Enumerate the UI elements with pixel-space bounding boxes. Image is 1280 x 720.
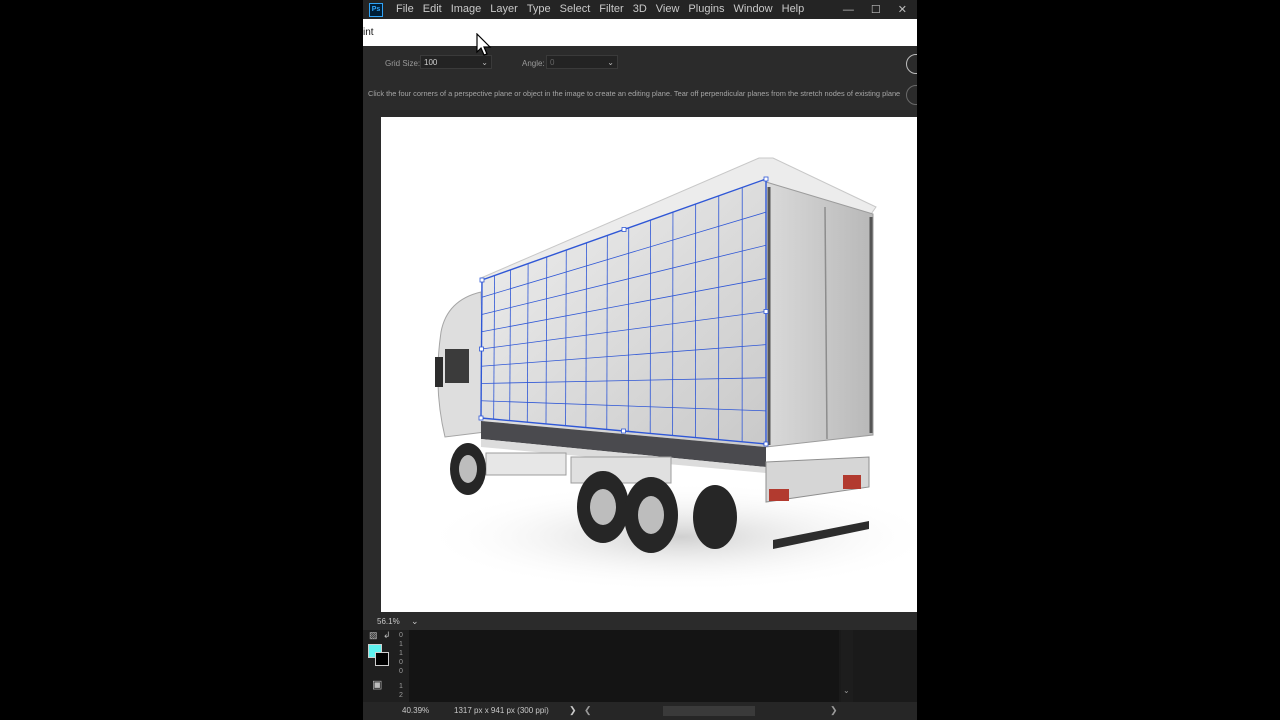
zoom-bar: 56.1% ⌄ — [363, 614, 917, 630]
grid-line — [481, 400, 767, 412]
chevron-down-icon[interactable]: ⌄ — [411, 616, 419, 627]
dialog-title-bar[interactable]: int — [363, 19, 917, 46]
menu-filter[interactable]: Filter — [599, 0, 623, 19]
grid-line — [481, 277, 767, 333]
menu-select[interactable]: Select — [560, 0, 591, 19]
angle-label: Angle: — [522, 59, 545, 68]
instruction-bar: Click the four corners of a perspective … — [363, 80, 917, 110]
canvas-area — [363, 110, 917, 614]
photoshop-window: Ps File Edit Image Layer Type Select Fil… — [363, 0, 917, 720]
grid-handle[interactable] — [763, 176, 769, 182]
window-controls: — ☐ ✕ — [843, 0, 907, 19]
menu-type[interactable]: Type — [527, 0, 551, 19]
grid-line — [481, 311, 767, 350]
menu-plugins[interactable]: Plugins — [688, 0, 724, 19]
cancel-button[interactable] — [906, 85, 917, 105]
grid-size-label: Grid Size: — [385, 59, 421, 68]
ruler-digit: 0 — [399, 632, 403, 639]
grid-line — [481, 344, 767, 367]
angle-field[interactable]: 0 ⌄ — [546, 55, 618, 69]
zoom-value: 56.1% — [377, 617, 400, 626]
menu-window[interactable]: Window — [734, 0, 773, 19]
ruler-digit: 1 — [399, 650, 403, 657]
minimize-button[interactable]: — — [843, 4, 854, 16]
grid-line — [481, 211, 767, 298]
default-colors-icon[interactable]: ▨ — [369, 630, 378, 641]
quick-mask-icon[interactable]: ▣ — [372, 678, 382, 691]
chevron-left-icon[interactable]: ❮ — [584, 705, 592, 716]
grid-handle[interactable] — [621, 227, 627, 232]
menu-bar: Ps File Edit Image Layer Type Select Fil… — [363, 0, 917, 19]
grid-line — [481, 377, 767, 384]
document-area — [409, 630, 839, 702]
chevron-down-icon[interactable]: ⌄ — [607, 56, 614, 70]
chevron-right-icon[interactable]: ❯ — [830, 705, 838, 716]
photoshop-logo-icon: Ps — [369, 2, 383, 17]
chevron-down-icon[interactable]: ⌄ — [843, 686, 850, 695]
chevron-down-icon[interactable]: ⌄ — [481, 56, 488, 70]
mouse-pointer-icon — [476, 33, 492, 56]
grid-handle[interactable] — [763, 309, 769, 314]
ok-button[interactable] — [906, 54, 917, 74]
angle-value: 0 — [550, 58, 555, 67]
ruler-digits: 0 1 1 0 0 1 2 — [396, 631, 406, 700]
grid-handle[interactable] — [479, 277, 485, 283]
maximize-button[interactable]: ☐ — [871, 3, 881, 16]
grid-handle[interactable] — [621, 428, 626, 434]
grid-line — [481, 244, 767, 315]
ruler-digit: 2 — [399, 692, 403, 699]
horizontal-scroll-thumb[interactable] — [663, 706, 755, 716]
menu-file[interactable]: File — [396, 0, 414, 19]
workspace-lower: ▨ ↲ ▣ ⧉ 0 1 1 0 0 1 2 ⌄ 40.39% 1317 px x… — [363, 630, 917, 720]
ruler-digit: 1 — [399, 683, 403, 690]
dialog-title: int — [363, 27, 374, 38]
swap-arrow-icon[interactable]: ↲ — [383, 630, 391, 641]
instruction-text: Click the four corners of a perspective … — [368, 89, 901, 98]
options-bar: Grid Size: 100 ⌄ Angle: 0 ⌄ — [363, 46, 917, 80]
background-color-swatch[interactable] — [375, 652, 389, 666]
image-canvas[interactable] — [381, 117, 917, 612]
grid-handle[interactable] — [479, 346, 484, 352]
close-button[interactable]: ✕ — [898, 3, 907, 16]
status-bar: 40.39% 1317 px x 941 px (300 ppi) ❯ ❮ ❯ — [363, 702, 917, 720]
ruler-digit: 0 — [399, 659, 403, 666]
perspective-grid[interactable] — [381, 117, 917, 612]
status-zoom[interactable]: 40.39% — [402, 706, 429, 715]
ruler-digit: 1 — [399, 641, 403, 648]
menu-3d[interactable]: 3D — [633, 0, 647, 19]
menu-view[interactable]: View — [656, 0, 680, 19]
menu-image[interactable]: Image — [451, 0, 482, 19]
menu-layer[interactable]: Layer — [490, 0, 518, 19]
menu-edit[interactable]: Edit — [423, 0, 442, 19]
ruler-digit: 0 — [399, 668, 403, 675]
chevron-right-icon[interactable]: ❯ — [569, 705, 577, 716]
grid-size-value: 100 — [424, 58, 438, 67]
document-size: 1317 px x 941 px (300 ppi) — [454, 706, 549, 715]
grid-handle[interactable] — [478, 415, 484, 421]
grid-handle[interactable] — [763, 441, 769, 447]
menu-help[interactable]: Help — [782, 0, 805, 19]
grid-size-field[interactable]: 100 ⌄ — [420, 55, 492, 69]
